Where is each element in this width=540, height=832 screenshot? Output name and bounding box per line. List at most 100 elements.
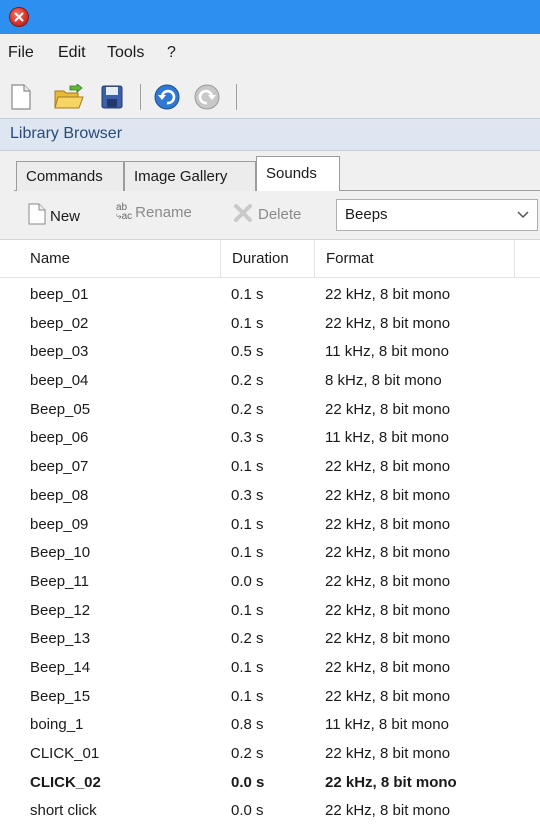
category-dropdown[interactable]: Beeps (336, 199, 538, 231)
title-bar (0, 0, 540, 34)
table-row[interactable]: beep_04 0.2 s 8 kHz, 8 bit mono (0, 368, 540, 397)
chevron-down-icon (517, 211, 529, 219)
sound-name: beep_02 (30, 314, 89, 332)
new-button-label: New (50, 208, 81, 225)
sound-duration: 0.0 s (231, 773, 265, 791)
sound-name: beep_07 (30, 458, 89, 476)
rename-icon: ab ⤷ac (116, 202, 133, 222)
table-row[interactable]: CLICK_02 0.0 s 22 kHz, 8 bit mono (0, 770, 540, 799)
sound-name: Beep_14 (30, 658, 91, 676)
sound-format: 11 kHz, 8 bit mono (325, 429, 449, 447)
sound-name: beep_08 (30, 486, 89, 504)
table-row[interactable]: beep_03 0.5 s 11 kHz, 8 bit mono (0, 339, 540, 368)
table-row[interactable]: Beep_14 0.1 s 22 kHz, 8 bit mono (0, 655, 540, 684)
category-dropdown-value: Beeps (345, 206, 388, 223)
column-header-duration[interactable]: Duration (222, 240, 314, 277)
sound-name: beep_09 (30, 515, 89, 533)
sound-name: Beep_15 (30, 687, 91, 705)
menu-help[interactable]: ? (167, 44, 176, 62)
sound-format: 22 kHz, 8 bit mono (325, 601, 451, 619)
sound-duration: 0.1 s (231, 314, 264, 332)
sound-name: CLICK_01 (30, 745, 100, 762)
sound-duration: 0.2 s (231, 400, 264, 418)
column-header-name[interactable]: Name (20, 240, 220, 277)
sound-format: 22 kHz, 8 bit mono (325, 658, 451, 676)
column-divider[interactable] (514, 240, 515, 277)
table-row[interactable]: beep_08 0.3 s 22 kHz, 8 bit mono (0, 483, 540, 512)
table-row[interactable]: beep_01 0.1 s 22 kHz, 8 bit mono (0, 282, 540, 311)
table-row[interactable]: CLICK_01 0.2 s 22 kHz, 8 bit mono (0, 741, 540, 770)
new-file-icon (28, 203, 46, 225)
sound-duration: 0.5 s (231, 343, 264, 361)
table-row[interactable]: beep_06 0.3 s 11 kHz, 8 bit mono (0, 425, 540, 454)
sound-name: beep_01 (30, 286, 89, 303)
table-row[interactable]: Beep_13 0.2 s 22 kHz, 8 bit mono (0, 626, 540, 655)
sound-format: 22 kHz, 8 bit mono (325, 745, 451, 762)
sound-name: boing_1 (30, 716, 84, 734)
table-row[interactable]: Beep_05 0.2 s 22 kHz, 8 bit mono (0, 397, 540, 426)
sound-format: 22 kHz, 8 bit mono (325, 630, 451, 648)
table-row[interactable]: Beep_11 0.0 s 22 kHz, 8 bit mono (0, 569, 540, 598)
sound-duration: 0.2 s (231, 745, 264, 762)
menu-tools[interactable]: Tools (107, 44, 144, 62)
main-toolbar (0, 74, 540, 118)
menu-edit[interactable]: Edit (58, 44, 86, 62)
delete-button[interactable]: Delete (232, 203, 301, 223)
sound-format: 22 kHz, 8 bit mono (325, 687, 451, 705)
sound-duration: 0.1 s (231, 286, 264, 303)
menu-bar: File Edit Tools ? (0, 34, 540, 74)
tab-sounds[interactable]: Sounds (256, 156, 340, 191)
save-icon[interactable] (100, 84, 124, 114)
sound-name: Beep_05 (30, 400, 91, 418)
tab-commands[interactable]: Commands (16, 161, 124, 191)
menu-file[interactable]: File (8, 44, 34, 62)
sound-format: 22 kHz, 8 bit mono (325, 458, 451, 476)
sound-format: 22 kHz, 8 bit mono (325, 400, 451, 418)
sound-name: Beep_11 (30, 572, 89, 590)
table-row[interactable]: Beep_12 0.1 s 22 kHz, 8 bit mono (0, 598, 540, 627)
rename-button[interactable]: ab ⤷ac Rename (116, 202, 192, 222)
sound-duration: 0.1 s (231, 658, 264, 676)
new-document-icon[interactable] (10, 84, 32, 114)
redo-icon[interactable] (194, 84, 220, 114)
tab-image-gallery[interactable]: Image Gallery (124, 161, 256, 191)
sound-format: 22 kHz, 8 bit mono (325, 773, 457, 791)
table-header: Name Duration Format (0, 240, 540, 278)
tab-strip: Commands Image Gallery Sounds (0, 151, 540, 191)
sound-duration: 0.8 s (231, 716, 264, 734)
table-row[interactable]: boing_1 0.8 s 11 kHz, 8 bit mono (0, 712, 540, 741)
sound-duration: 0.2 s (231, 630, 264, 648)
column-divider[interactable] (314, 240, 315, 277)
column-header-format[interactable]: Format (316, 240, 514, 277)
sound-name: beep_06 (30, 429, 89, 447)
close-icon[interactable] (9, 7, 29, 27)
table-row[interactable]: Beep_10 0.1 s 22 kHz, 8 bit mono (0, 540, 540, 569)
new-button[interactable]: New (28, 203, 80, 225)
sound-duration: 0.3 s (231, 486, 264, 504)
rename-button-label: Rename (135, 204, 192, 221)
sound-duration: 0.1 s (231, 601, 264, 619)
undo-icon[interactable] (154, 84, 180, 114)
column-divider[interactable] (220, 240, 221, 277)
sound-name: Beep_13 (30, 630, 91, 648)
sound-duration: 0.0 s (231, 572, 264, 590)
table-row[interactable]: beep_02 0.1 s 22 kHz, 8 bit mono (0, 311, 540, 340)
sound-name: beep_03 (30, 343, 89, 361)
sound-format: 11 kHz, 8 bit mono (325, 343, 449, 361)
toolbar-separator (140, 84, 141, 110)
sound-format: 11 kHz, 8 bit mono (325, 716, 449, 734)
sound-duration: 0.3 s (231, 429, 264, 447)
open-folder-icon[interactable] (54, 83, 84, 114)
table-row[interactable]: beep_09 0.1 s 22 kHz, 8 bit mono (0, 512, 540, 541)
sound-name: CLICK_02 (30, 773, 101, 791)
sound-duration: 0.2 s (231, 372, 264, 390)
library-browser-header: Library Browser (0, 118, 540, 151)
table-row[interactable]: beep_07 0.1 s 22 kHz, 8 bit mono (0, 454, 540, 483)
table-row[interactable]: short click 0.0 s 22 kHz, 8 bit mono (0, 798, 540, 827)
table-row[interactable]: Beep_15 0.1 s 22 kHz, 8 bit mono (0, 684, 540, 713)
sound-duration: 0.1 s (231, 515, 264, 533)
sound-duration: 0.1 s (231, 687, 264, 705)
sound-format: 22 kHz, 8 bit mono (325, 314, 451, 332)
sound-format: 22 kHz, 8 bit mono (325, 515, 451, 533)
sound-duration: 0.0 s (231, 802, 264, 820)
